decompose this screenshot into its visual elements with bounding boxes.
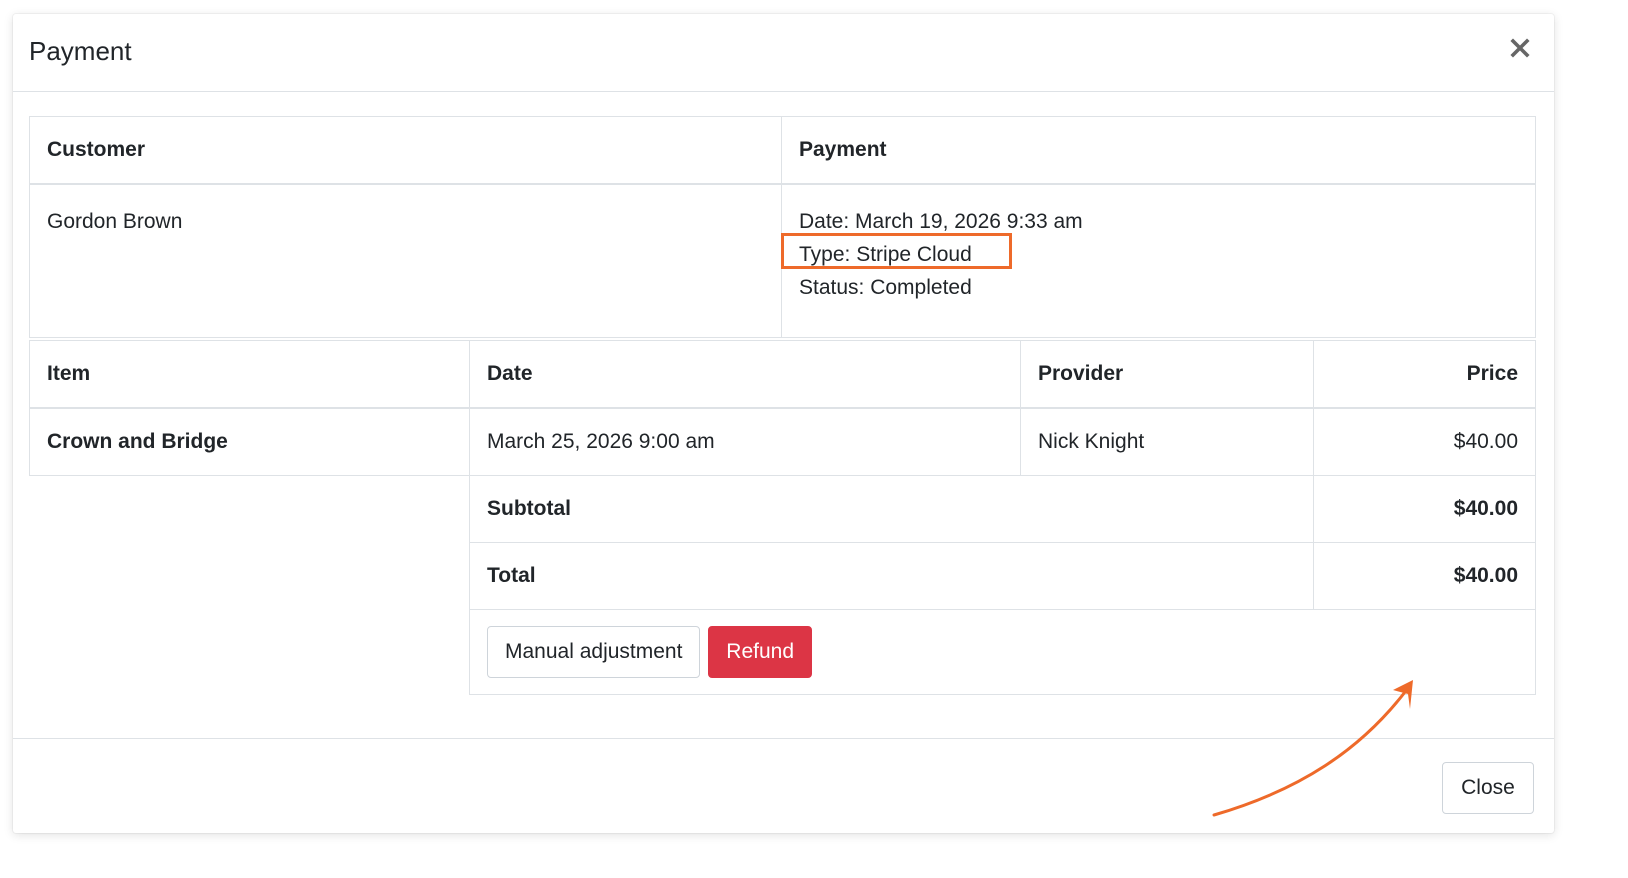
modal-title: Payment: [29, 36, 132, 66]
item-provider: Nick Knight: [1020, 407, 1314, 476]
payment-details-cell: Date: March 19, 2026 9:33 am Type: Strip…: [781, 183, 1536, 338]
item-price: $40.00: [1313, 407, 1536, 476]
blank-cell: [30, 610, 470, 695]
provider-column-header: Provider: [1020, 340, 1314, 409]
subtotal-row: Subtotal $40.00: [30, 475, 1536, 543]
close-icon[interactable]: [1502, 30, 1538, 66]
customer-header: Customer: [29, 116, 782, 185]
customer-name: Gordon Brown: [47, 210, 183, 233]
payment-summary-table: Customer Payment Gordon Brown Date: Marc…: [29, 116, 1536, 338]
payment-header: Payment: [781, 116, 1536, 185]
item-date: March 25, 2026 9:00 am: [469, 407, 1021, 476]
payment-status: Status: Completed: [799, 276, 972, 299]
page: Payment Customer Payment Gordon Brown Da…: [0, 0, 1628, 878]
subtotal-value: $40.00: [1313, 475, 1536, 543]
modal-footer: Close: [13, 738, 1554, 833]
date-column-header: Date: [469, 340, 1021, 409]
payment-type: Type: Stripe Cloud: [799, 243, 972, 266]
total-value: $40.00: [1313, 542, 1536, 610]
total-row: Total $40.00: [30, 542, 1536, 610]
blank-cell: [30, 476, 470, 543]
modal-header: Payment: [13, 14, 1554, 92]
items-table: Item Date Provider Price Crown and Bridg…: [29, 340, 1536, 695]
actions-cell: Manual adjustment Refund: [469, 609, 1536, 695]
item-name: Crown and Bridge: [29, 407, 470, 476]
actions-row: Manual adjustment Refund: [30, 609, 1536, 695]
table-row: Crown and Bridge March 25, 2026 9:00 am …: [29, 407, 1536, 476]
total-label: Total: [469, 542, 1314, 610]
item-column-header: Item: [29, 340, 470, 409]
close-button[interactable]: Close: [1442, 762, 1534, 814]
price-column-header: Price: [1313, 340, 1536, 409]
payment-modal: Payment Customer Payment Gordon Brown Da…: [13, 14, 1554, 833]
refund-button[interactable]: Refund: [708, 626, 812, 678]
manual-adjustment-button[interactable]: Manual adjustment: [487, 626, 701, 678]
payment-date: Date: March 19, 2026 9:33 am: [799, 210, 1083, 233]
blank-cell: [30, 543, 470, 610]
subtotal-label: Subtotal: [469, 475, 1314, 543]
customer-cell: Gordon Brown: [29, 183, 782, 338]
